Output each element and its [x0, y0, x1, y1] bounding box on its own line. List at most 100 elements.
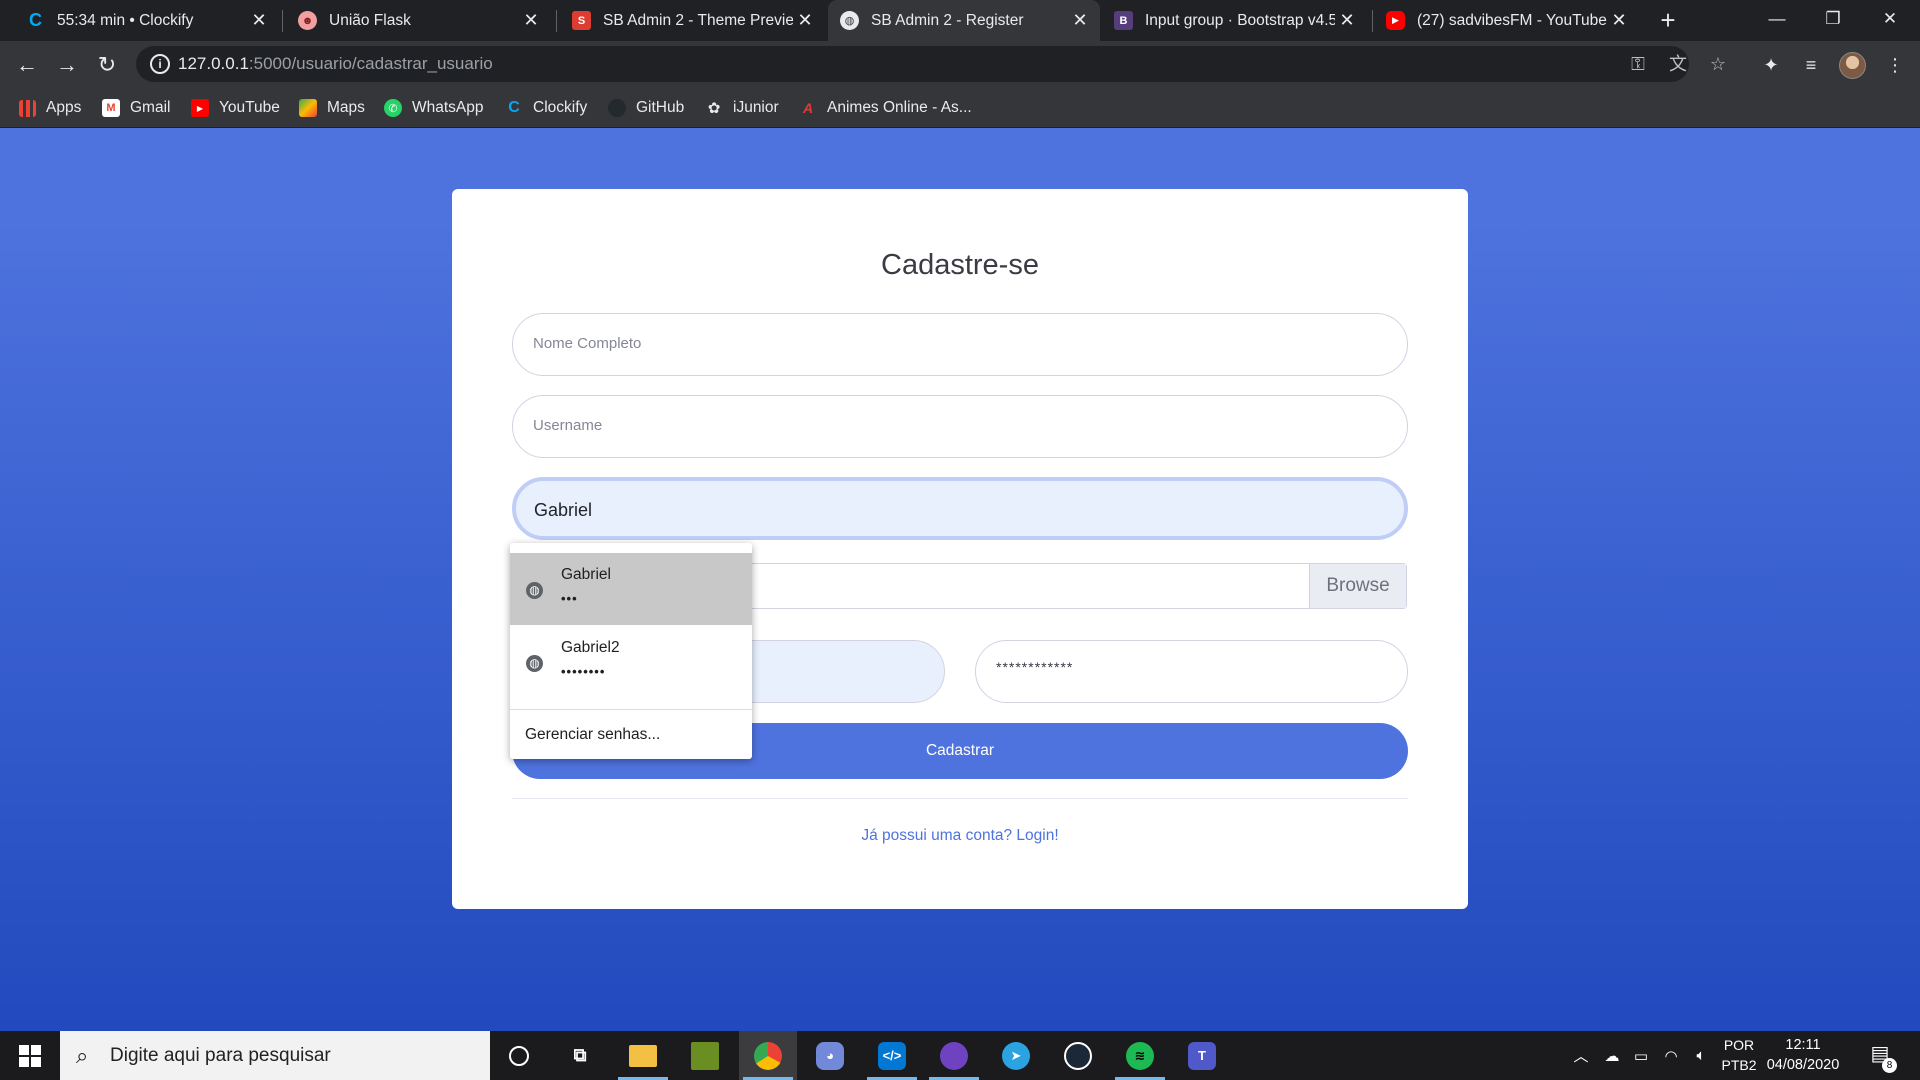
tab-uniao-flask[interactable]: ☻ União Flask ✕: [286, 0, 551, 41]
task-view-icon: ⧉: [573, 1045, 587, 1065]
animes-icon: A: [802, 100, 814, 116]
battery-icon[interactable]: ▭: [1628, 1031, 1654, 1080]
onedrive-warning-icon[interactable]: ☁: [1598, 1031, 1626, 1080]
full-name-field[interactable]: Nome Completo: [512, 313, 1408, 376]
taskbar-spotify[interactable]: ≋: [1111, 1031, 1169, 1080]
menu-kebab-icon[interactable]: ⋮: [1882, 52, 1908, 78]
taskbar-minecraft[interactable]: [676, 1031, 734, 1080]
clock-time: 12:11: [1785, 1037, 1821, 1053]
taskbar-discord[interactable]: ◕: [801, 1031, 859, 1080]
cortana-button[interactable]: [490, 1031, 548, 1080]
taskbar-teams[interactable]: T: [1173, 1031, 1231, 1080]
bookmark-gmail[interactable]: M Gmail: [102, 88, 170, 128]
bookmark-clockify[interactable]: C Clockify: [505, 88, 587, 128]
bootstrap-icon: B: [1114, 11, 1133, 30]
key-icon[interactable]: ⚿: [1626, 52, 1650, 76]
folder-icon: [629, 1044, 657, 1067]
taskbar-github-desktop[interactable]: [925, 1031, 983, 1080]
bookmark-star-icon[interactable]: ☆: [1706, 52, 1730, 76]
taskbar-telegram[interactable]: ➤: [987, 1031, 1045, 1080]
new-tab-button[interactable]: +: [1653, 5, 1683, 35]
ijunior-icon: ✿: [707, 100, 721, 117]
restore-button[interactable]: ❐: [1805, 0, 1861, 41]
youtube-icon: ▶: [191, 99, 209, 117]
telegram-icon: ➤: [1002, 1041, 1030, 1070]
extensions-icon[interactable]: ✦: [1758, 52, 1784, 78]
volume-icon[interactable]: 🔈︎: [1688, 1031, 1714, 1080]
bookmark-ijunior[interactable]: ✿ iJunior: [705, 88, 779, 128]
bookmark-youtube[interactable]: ▶ YouTube: [191, 88, 280, 128]
tab-youtube[interactable]: ▶ (27) sadvibesFM - YouTube ✕: [1374, 0, 1639, 41]
task-view-button[interactable]: ⧉: [551, 1031, 609, 1080]
bookmark-github[interactable]: GitHub: [608, 88, 684, 128]
suggestion-username: Gabriel2: [561, 639, 620, 656]
minimize-button[interactable]: —: [1749, 0, 1805, 41]
start-button[interactable]: [0, 1031, 60, 1080]
windows-logo-icon: [19, 1044, 41, 1067]
bookmark-maps[interactable]: Maps: [299, 88, 365, 128]
email-field[interactable]: Gabriel: [512, 477, 1408, 540]
taskbar-steam[interactable]: [1049, 1031, 1107, 1080]
site-info-icon[interactable]: i: [150, 54, 170, 74]
tab-title: (27) sadvibesFM - YouTube: [1417, 11, 1607, 29]
address-bar[interactable]: i 127.0.0.1:5000/usuario/cadastrar_usuar…: [136, 46, 1726, 82]
tab-sb-admin-preview[interactable]: S SB Admin 2 - Theme Preview ✕: [560, 0, 825, 41]
repeat-password-field[interactable]: ************: [975, 640, 1408, 703]
taskbar-file-explorer[interactable]: [614, 1031, 672, 1080]
close-window-button[interactable]: ✕: [1862, 0, 1918, 41]
tab-separator: [556, 10, 557, 32]
page-title: Cadastre-se: [881, 249, 1039, 281]
system-clock[interactable]: 12:11 04/08/2020: [1763, 1035, 1843, 1075]
taskbar-chrome[interactable]: [739, 1031, 797, 1080]
close-tab-icon[interactable]: ✕: [1335, 10, 1359, 31]
clock-date: 04/08/2020: [1766, 1057, 1840, 1073]
browse-button[interactable]: Browse: [1309, 564, 1406, 608]
wifi-icon[interactable]: ◠: [1658, 1031, 1684, 1080]
manage-passwords-link[interactable]: Gerenciar senhas...: [525, 726, 660, 744]
tab-separator: [1372, 10, 1373, 32]
show-hidden-icons[interactable]: ︿: [1570, 1031, 1592, 1080]
url-text[interactable]: 127.0.0.1:5000/usuario/cadastrar_usuario: [178, 54, 493, 74]
autofill-suggestion[interactable]: ◍ Gabriel •••: [510, 553, 752, 625]
reload-button[interactable]: ↻: [91, 49, 123, 81]
bookmark-label: Animes Online - As...: [827, 99, 972, 116]
password-autofill-dropdown: ◍ Gabriel ••• ◍ Gabriel2 •••••••• Gerenc…: [510, 543, 752, 759]
bookmark-label: Maps: [327, 99, 365, 116]
suggestion-password: •••: [561, 591, 578, 606]
bookmark-label: YouTube: [219, 99, 280, 116]
close-tab-icon[interactable]: ✕: [1607, 10, 1631, 31]
search-placeholder: Digite aqui para pesquisar: [110, 1045, 331, 1066]
suggestion-password: ••••••••: [561, 664, 606, 679]
tab-clockify[interactable]: C 55:34 min • Clockify ✕: [14, 0, 279, 41]
bookmark-apps[interactable]: Apps: [19, 88, 81, 128]
login-link[interactable]: Já possui uma conta? Login!: [452, 827, 1468, 845]
back-button[interactable]: ←: [11, 49, 43, 81]
whatsapp-icon: ✆: [384, 99, 402, 117]
taskbar-vscode[interactable]: </>: [863, 1031, 921, 1080]
apps-grid-icon: [19, 99, 36, 117]
bookmark-animes[interactable]: A Animes Online - As...: [799, 88, 972, 128]
bookmark-whatsapp[interactable]: ✆ WhatsApp: [384, 88, 484, 128]
tab-strip: C 55:34 min • Clockify ✕ ☻ União Flask ✕…: [0, 0, 1920, 41]
minecraft-icon: [691, 1041, 719, 1070]
close-tab-icon[interactable]: ✕: [519, 10, 543, 31]
bookmark-label: GitHub: [636, 99, 685, 116]
url-host: 127.0.0.1: [178, 54, 249, 73]
tab-title: SB Admin 2 - Register: [871, 11, 1024, 29]
forward-button[interactable]: →: [51, 49, 83, 81]
close-tab-icon[interactable]: ✕: [793, 10, 817, 31]
tab-sb-admin-register[interactable]: ◍ SB Admin 2 - Register ✕: [828, 0, 1100, 41]
media-controls-icon[interactable]: ≡: [1798, 52, 1824, 78]
close-tab-icon[interactable]: ✕: [247, 10, 271, 31]
action-center-icon[interactable]: ▤ 8: [1865, 1041, 1897, 1073]
flask-logo-icon: ☻: [298, 11, 317, 30]
tab-bootstrap-input-group[interactable]: B Input group · Bootstrap v4.5 ✕: [1102, 0, 1367, 41]
translate-icon[interactable]: 文: [1666, 52, 1690, 76]
gmail-icon: M: [102, 99, 120, 117]
profile-avatar[interactable]: [1839, 52, 1866, 79]
taskbar-search-box[interactable]: ⌕ Digite aqui para pesquisar: [60, 1031, 490, 1080]
username-field[interactable]: Username: [512, 395, 1408, 458]
input-language[interactable]: POR PTB2: [1717, 1035, 1761, 1075]
autofill-suggestion[interactable]: ◍ Gabriel2 ••••••••: [510, 626, 752, 698]
close-tab-icon[interactable]: ✕: [1068, 10, 1092, 31]
